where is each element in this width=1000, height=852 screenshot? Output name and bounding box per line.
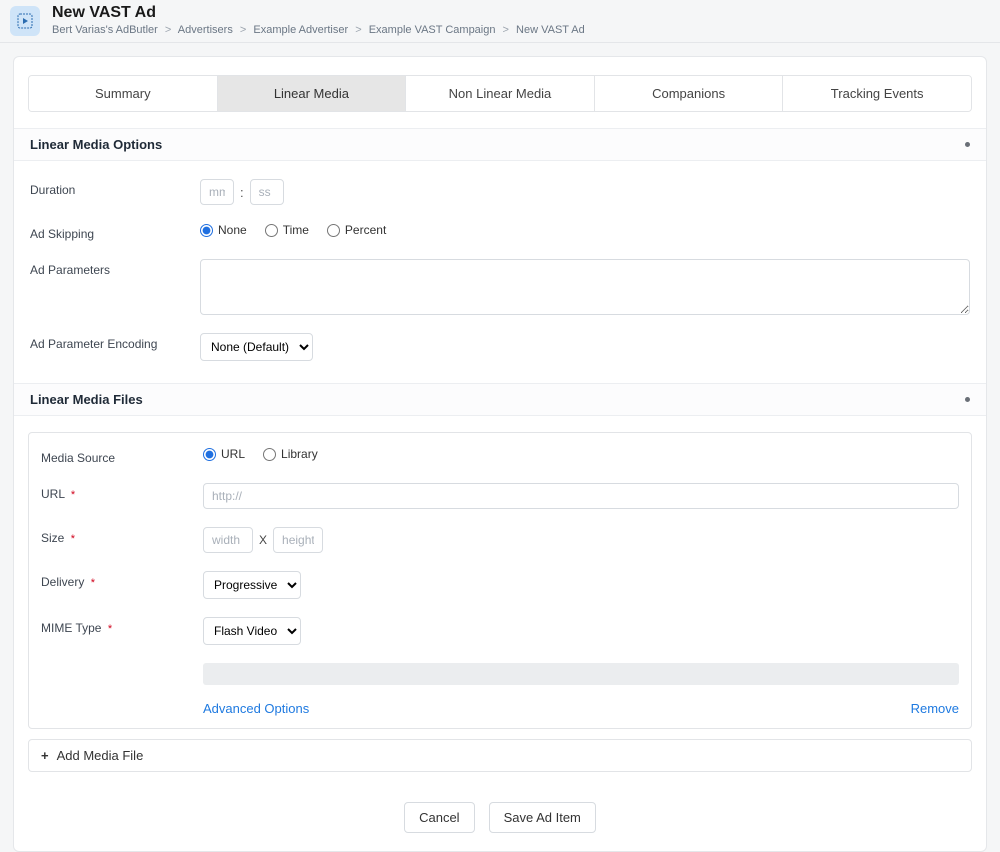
cancel-button[interactable]: Cancel xyxy=(404,802,474,833)
radio-option[interactable]: URL xyxy=(203,447,245,461)
mime-select[interactable]: Flash Video xyxy=(203,617,301,645)
section-header-files: Linear Media Files xyxy=(14,383,986,416)
footer-actions: Cancel Save Ad Item xyxy=(14,790,986,851)
radio-library[interactable] xyxy=(263,448,276,461)
tab-companions[interactable]: Companions xyxy=(595,76,784,111)
label-url: URL xyxy=(41,487,65,501)
required-marker: * xyxy=(108,623,112,635)
breadcrumb-item[interactable]: Bert Varias's AdButler xyxy=(52,24,158,36)
ad-skipping-radio-group: None Time Percent xyxy=(200,223,970,237)
tab-linear-media[interactable]: Linear Media xyxy=(218,76,407,111)
duration-seconds-input[interactable] xyxy=(250,179,284,205)
label-encoding: Ad Parameter Encoding xyxy=(30,333,200,351)
radio-none[interactable] xyxy=(200,224,213,237)
label-media-source: Media Source xyxy=(41,447,203,465)
section-title: Linear Media Options xyxy=(30,137,162,152)
width-input[interactable] xyxy=(203,527,253,553)
save-button[interactable]: Save Ad Item xyxy=(489,802,596,833)
radio-option[interactable]: Time xyxy=(265,223,309,237)
breadcrumb: Bert Varias's AdButler > Advertisers > E… xyxy=(52,24,585,36)
section-header-options: Linear Media Options xyxy=(14,128,986,161)
main-card: Summary Linear Media Non Linear Media Co… xyxy=(13,56,987,852)
tab-tracking-events[interactable]: Tracking Events xyxy=(783,76,971,111)
radio-url[interactable] xyxy=(203,448,216,461)
tab-bar: Summary Linear Media Non Linear Media Co… xyxy=(28,75,972,112)
url-input[interactable] xyxy=(203,483,959,509)
media-file-card: Media Source URL Library URL * Siz xyxy=(28,432,972,729)
breadcrumb-item: New VAST Ad xyxy=(516,24,585,36)
media-source-radio-group: URL Library xyxy=(203,447,959,461)
size-separator: X xyxy=(259,533,267,547)
breadcrumb-item[interactable]: Advertisers xyxy=(178,24,233,36)
radio-time[interactable] xyxy=(265,224,278,237)
duration-minutes-input[interactable] xyxy=(200,179,234,205)
height-input[interactable] xyxy=(273,527,323,553)
required-marker: * xyxy=(71,533,75,545)
add-media-file-button[interactable]: + Add Media File xyxy=(28,739,972,772)
label-ad-parameters: Ad Parameters xyxy=(30,259,200,277)
radio-option[interactable]: None xyxy=(200,223,247,237)
section-menu-icon[interactable] xyxy=(965,142,970,147)
play-icon xyxy=(17,13,33,29)
label-size: Size xyxy=(41,531,64,545)
ad-parameters-textarea[interactable] xyxy=(200,259,970,315)
required-marker: * xyxy=(91,577,95,589)
label-delivery: Delivery xyxy=(41,575,84,589)
file-placeholder-bar xyxy=(203,663,959,685)
radio-percent[interactable] xyxy=(327,224,340,237)
label-ad-skipping: Ad Skipping xyxy=(30,223,200,241)
section-body-files: Media Source URL Library URL * Siz xyxy=(14,416,986,772)
section-title: Linear Media Files xyxy=(30,392,143,407)
required-marker: * xyxy=(71,489,75,501)
vast-ad-icon xyxy=(10,6,40,36)
section-menu-icon[interactable] xyxy=(965,397,970,402)
breadcrumb-item[interactable]: Example Advertiser xyxy=(253,24,348,36)
page-header: New VAST Ad Bert Varias's AdButler > Adv… xyxy=(0,0,1000,43)
encoding-select[interactable]: None (Default) xyxy=(200,333,313,361)
section-body-options: Duration : Ad Skipping None Time Percent… xyxy=(14,161,986,383)
label-duration: Duration xyxy=(30,179,200,197)
advanced-options-link[interactable]: Advanced Options xyxy=(203,701,309,716)
remove-file-link[interactable]: Remove xyxy=(911,701,959,716)
label-mime: MIME Type xyxy=(41,621,101,635)
breadcrumb-item[interactable]: Example VAST Campaign xyxy=(369,24,496,36)
tab-non-linear-media[interactable]: Non Linear Media xyxy=(406,76,595,111)
radio-option[interactable]: Library xyxy=(263,447,318,461)
add-media-file-label: Add Media File xyxy=(57,748,144,763)
radio-option[interactable]: Percent xyxy=(327,223,386,237)
plus-icon: + xyxy=(41,748,49,763)
delivery-select[interactable]: Progressive xyxy=(203,571,301,599)
page-title: New VAST Ad xyxy=(52,4,585,22)
tab-summary[interactable]: Summary xyxy=(29,76,218,111)
